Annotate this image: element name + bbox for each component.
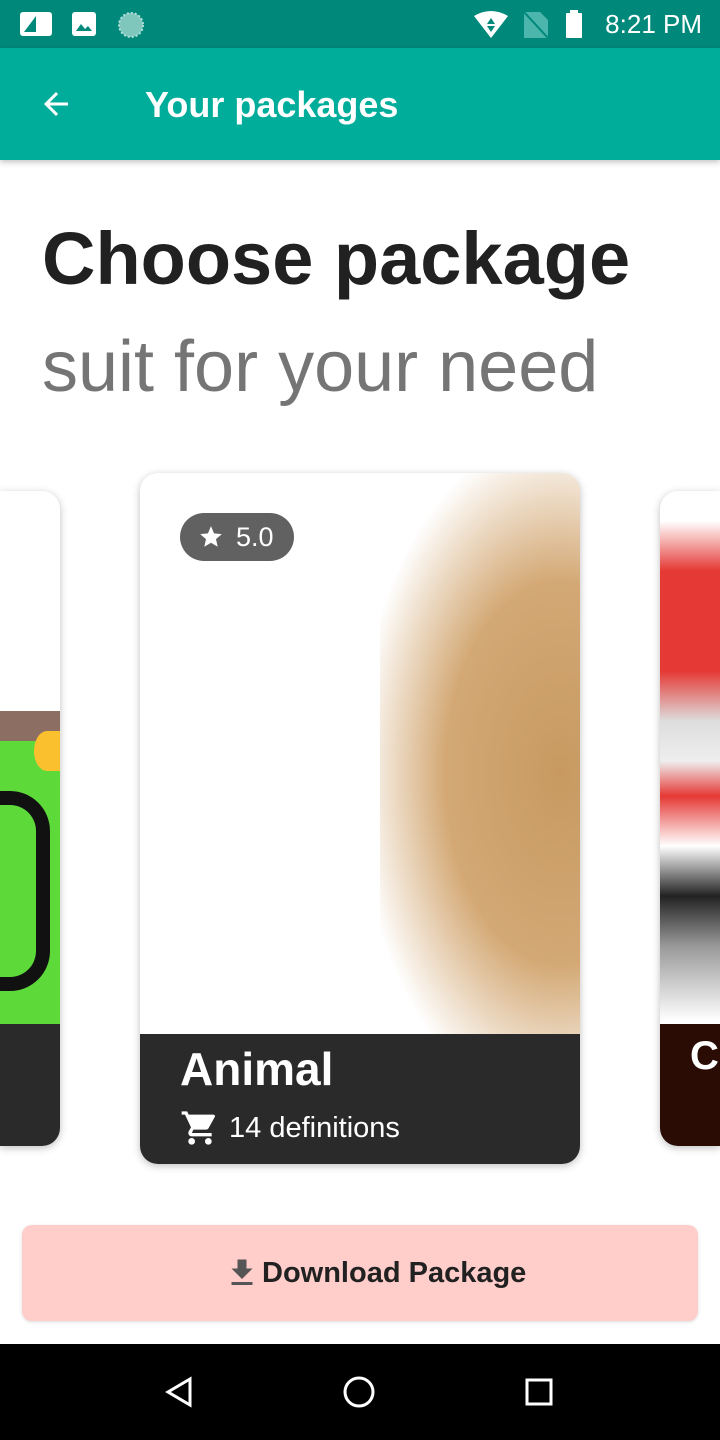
image-icon xyxy=(72,12,96,36)
package-name: Animal xyxy=(180,1043,334,1095)
app-bar: Your packages xyxy=(0,48,720,160)
package-caption: Animal 14 definitions xyxy=(140,1034,580,1164)
loading-icon xyxy=(118,12,144,38)
star-icon xyxy=(200,526,222,547)
package-definitions: 14 definitions xyxy=(229,1112,400,1144)
back-nav-icon[interactable] xyxy=(164,1376,196,1408)
package-image xyxy=(380,473,580,1073)
package-card-previous[interactable] xyxy=(0,491,60,1146)
package-card-next[interactable]: C xyxy=(660,491,720,1146)
navigation-bar xyxy=(0,1344,720,1440)
wifi-icon xyxy=(474,11,508,38)
package-caption xyxy=(0,1024,60,1146)
app-bar-title: Your packages xyxy=(145,84,399,125)
cart-icon xyxy=(181,1111,215,1145)
status-bar: 8:21 PM xyxy=(0,0,720,48)
package-image xyxy=(0,711,60,1031)
package-card-animal[interactable]: 5.0 Animal 14 definitions xyxy=(140,473,580,1164)
sim-card-icon xyxy=(20,12,52,36)
page-subtitle: suit for your need xyxy=(42,327,599,407)
download-button-label: Download Package xyxy=(262,1257,527,1289)
rating-badge: 5.0 xyxy=(180,513,294,561)
home-nav-icon[interactable] xyxy=(342,1375,376,1409)
arrow-back-icon[interactable] xyxy=(38,86,74,122)
battery-icon xyxy=(566,10,582,38)
package-caption: C xyxy=(660,1024,720,1146)
package-name: C xyxy=(690,1034,719,1078)
download-package-button[interactable]: Download Package xyxy=(22,1225,698,1321)
rating-value: 5.0 xyxy=(236,522,274,552)
download-icon xyxy=(231,1259,253,1285)
package-image xyxy=(660,521,720,1021)
no-sim-icon xyxy=(524,12,548,38)
status-time: 8:21 PM xyxy=(605,9,702,39)
page-title: Choose package xyxy=(42,217,631,300)
recents-nav-icon[interactable] xyxy=(525,1378,553,1406)
